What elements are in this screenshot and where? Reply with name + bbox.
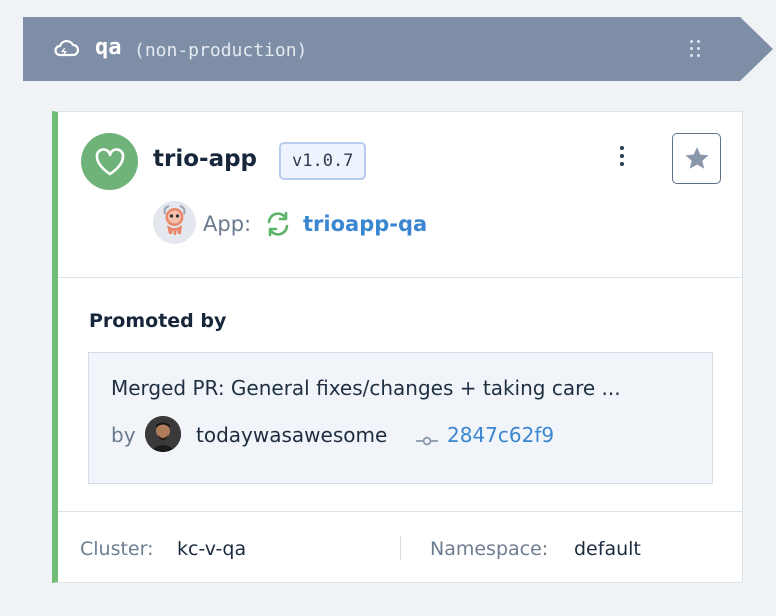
username[interactable]: todaywasawesome [196,421,387,449]
divider [58,511,743,512]
divider [400,536,401,560]
by-label: by [111,423,136,447]
app-link[interactable]: trioapp-qa [303,210,427,238]
heart-icon [81,133,138,190]
environment-type-label: (non-production) [134,40,308,61]
application-card: trio-app v1.0.7 App: trioapp-qa Promoted… [52,111,743,583]
namespace-value: default [574,538,641,560]
pr-title[interactable]: Merged PR: General fixes/changes + takin… [111,374,621,402]
avatar [145,416,181,452]
version-badge: v1.0.7 [279,142,367,180]
commit-icon [416,431,438,450]
star-icon [685,147,709,169]
promotion-details: Merged PR: General fixes/changes + takin… [88,352,713,484]
environment-name: qa [95,35,122,60]
namespace-label: Namespace: [430,538,549,560]
argo-icon [153,201,196,244]
promoted-by-heading: Promoted by [89,310,227,332]
cloud-sync-icon [53,38,80,60]
star-button[interactable] [672,133,721,184]
environment-header: qa (non-production) [23,17,773,81]
cluster-value: kc-v-qa [177,538,247,560]
app-link-label: App: [203,212,252,236]
drag-handle-icon[interactable] [690,40,702,60]
cluster-label: Cluster: [80,538,154,560]
app-name[interactable]: trio-app [153,144,257,174]
kebab-menu-icon[interactable] [619,146,625,168]
sync-icon [264,210,292,242]
divider [58,277,743,278]
commit-hash-link[interactable]: 2847c62f9 [447,421,554,449]
